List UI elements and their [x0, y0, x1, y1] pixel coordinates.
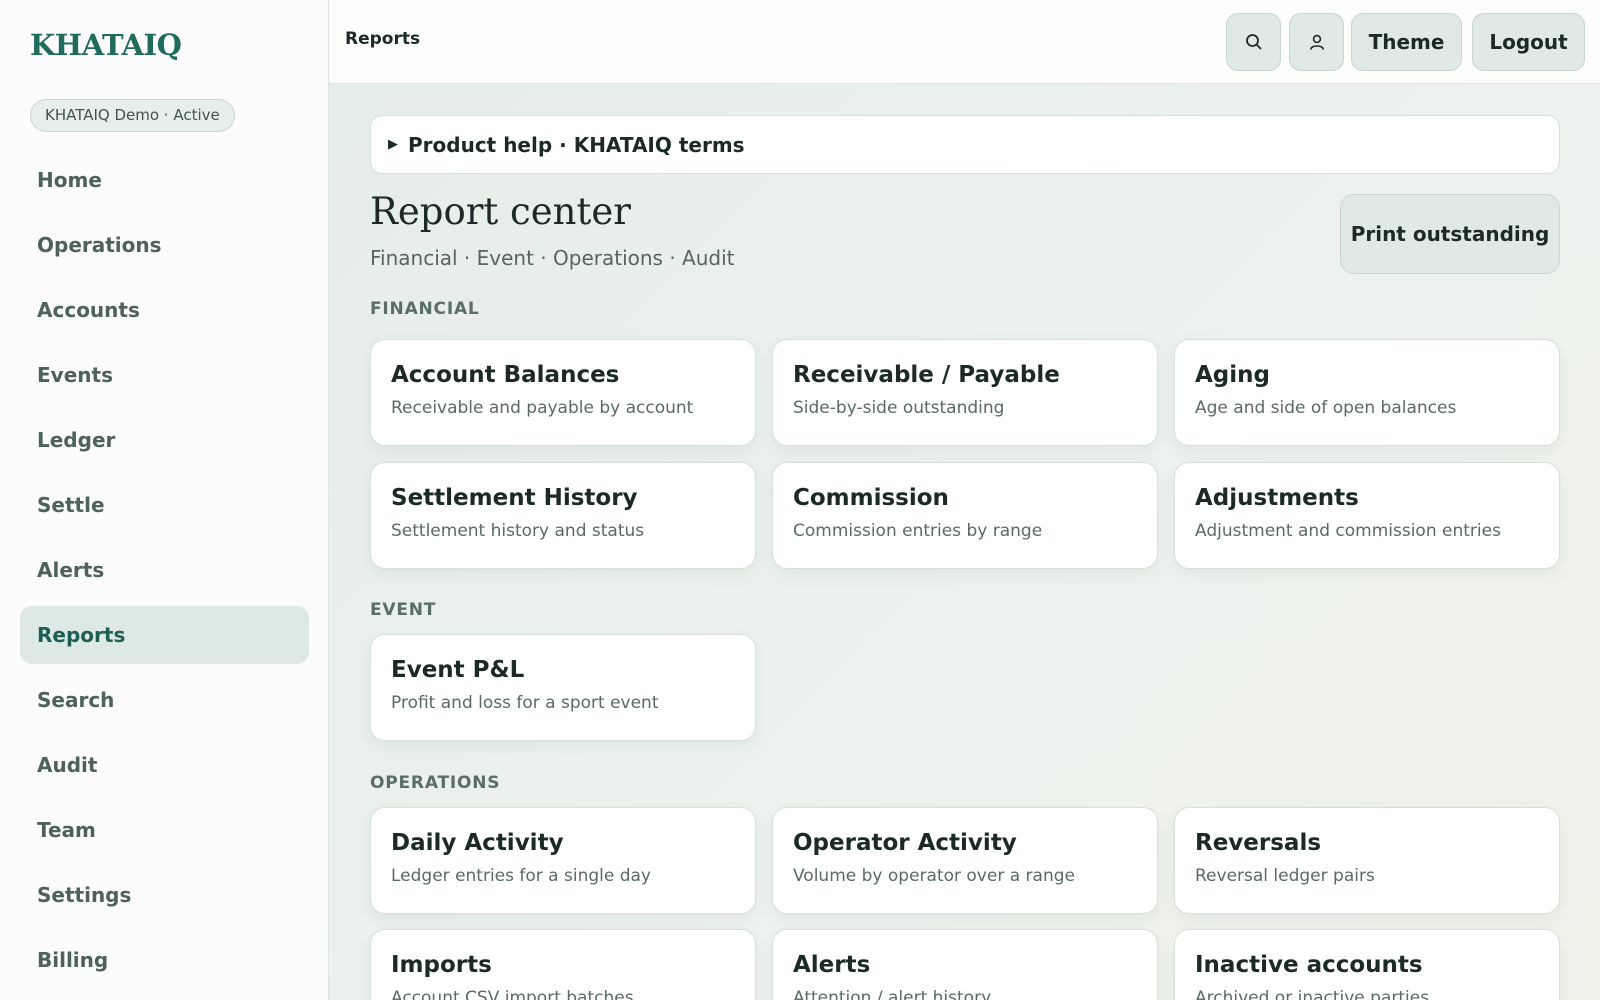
print-outstanding-button[interactable]: Print outstanding: [1340, 194, 1560, 274]
card-title: Settlement History: [391, 485, 638, 511]
card-title: Receivable / Payable: [793, 362, 1060, 388]
card-title: Operator Activity: [793, 830, 1017, 856]
report-card-reversals[interactable]: Reversals Reversal ledger pairs: [1174, 807, 1560, 914]
user-icon: [1307, 32, 1327, 52]
card-description: Profit and loss for a sport event: [391, 693, 659, 713]
report-card-adjustments[interactable]: Adjustments Adjustment and commission en…: [1174, 462, 1560, 569]
report-card-imports[interactable]: Imports Account CSV import batches: [370, 929, 756, 1000]
brand-logo[interactable]: KHATAIQ: [30, 28, 182, 62]
card-description: Reversal ledger pairs: [1195, 866, 1375, 886]
card-description: Ledger entries for a single day: [391, 866, 651, 886]
card-description: Attention / alert history: [793, 988, 992, 1000]
search-icon: [1244, 32, 1264, 52]
profile-button[interactable]: [1289, 13, 1344, 71]
card-title: Reversals: [1195, 830, 1322, 856]
card-description: Side-by-side outstanding: [793, 398, 1005, 418]
card-title: Alerts: [793, 952, 871, 978]
sidebar-item-team[interactable]: Team: [20, 801, 309, 859]
card-description: Settlement history and status: [391, 521, 645, 541]
sidebar-item-alerts[interactable]: Alerts: [20, 541, 309, 599]
card-title: Account Balances: [391, 362, 620, 388]
search-button[interactable]: [1226, 13, 1281, 71]
card-description: Commission entries by range: [793, 521, 1043, 541]
card-title: Commission: [793, 485, 949, 511]
card-title: Imports: [391, 952, 492, 978]
report-card-alerts[interactable]: Alerts Attention / alert history: [772, 929, 1158, 1000]
card-description: Receivable and payable by account: [391, 398, 694, 418]
page-subtitle: Financial · Event · Operations · Audit: [370, 246, 735, 270]
disclosure-triangle-icon: ▶: [388, 137, 398, 152]
sidebar-item-operations[interactable]: Operations: [20, 216, 309, 274]
sidebar-item-ledger[interactable]: Ledger: [20, 411, 309, 469]
section-label-event: EVENT: [370, 600, 437, 620]
breadcrumb: Reports: [345, 29, 421, 49]
sidebar-item-audit[interactable]: Audit: [20, 736, 309, 794]
sidebar-item-reports[interactable]: Reports: [20, 606, 309, 664]
sidebar-item-settings[interactable]: Settings: [20, 866, 309, 924]
sidebar-item-billing[interactable]: Billing: [20, 931, 309, 989]
product-help-label: Product help · KHATAIQ terms: [408, 132, 745, 157]
sidebar-nav: Home Operations Accounts Events Ledger S…: [20, 151, 309, 996]
sidebar-item-accounts[interactable]: Accounts: [20, 281, 309, 339]
card-description: Adjustment and commission entries: [1195, 521, 1501, 541]
card-title: Aging: [1195, 362, 1270, 388]
report-card-event-pnl[interactable]: Event P&L Profit and loss for a sport ev…: [370, 634, 756, 741]
report-card-operator-activity[interactable]: Operator Activity Volume by operator ove…: [772, 807, 1158, 914]
report-card-settlement-history[interactable]: Settlement History Settlement history an…: [370, 462, 756, 569]
report-card-daily-activity[interactable]: Daily Activity Ledger entries for a sing…: [370, 807, 756, 914]
card-title: Daily Activity: [391, 830, 564, 856]
page-title: Report center: [370, 190, 631, 233]
product-help-disclosure[interactable]: ▶ Product help · KHATAIQ terms: [370, 115, 1560, 174]
sidebar-item-search[interactable]: Search: [20, 671, 309, 729]
sidebar-item-home[interactable]: Home: [20, 151, 309, 209]
topbar: Reports Theme Logout: [329, 0, 1600, 84]
main-content: ▶ Product help · KHATAIQ terms Report ce…: [329, 84, 1600, 1000]
card-description: Account CSV import batches: [391, 988, 634, 1000]
report-card-inactive-accounts[interactable]: Inactive accounts Archived or inactive p…: [1174, 929, 1560, 1000]
sidebar: KHATAIQ KHATAIQ Demo · Active Home Opera…: [0, 0, 329, 1000]
card-description: Volume by operator over a range: [793, 866, 1075, 886]
section-label-financial: FINANCIAL: [370, 299, 480, 319]
section-label-operations: OPERATIONS: [370, 773, 501, 793]
sidebar-item-settle[interactable]: Settle: [20, 476, 309, 534]
report-card-account-balances[interactable]: Account Balances Receivable and payable …: [370, 339, 756, 446]
card-title: Adjustments: [1195, 485, 1359, 511]
card-description: Archived or inactive parties: [1195, 988, 1430, 1000]
theme-button[interactable]: Theme: [1351, 13, 1462, 71]
org-status-badge: KHATAIQ Demo · Active: [30, 99, 235, 132]
card-title: Event P&L: [391, 657, 525, 683]
report-card-receivable-payable[interactable]: Receivable / Payable Side-by-side outsta…: [772, 339, 1158, 446]
report-card-aging[interactable]: Aging Age and side of open balances: [1174, 339, 1560, 446]
card-title: Inactive accounts: [1195, 952, 1423, 978]
card-description: Age and side of open balances: [1195, 398, 1457, 418]
sidebar-item-events[interactable]: Events: [20, 346, 309, 404]
report-card-commission[interactable]: Commission Commission entries by range: [772, 462, 1158, 569]
logout-button[interactable]: Logout: [1472, 13, 1585, 71]
